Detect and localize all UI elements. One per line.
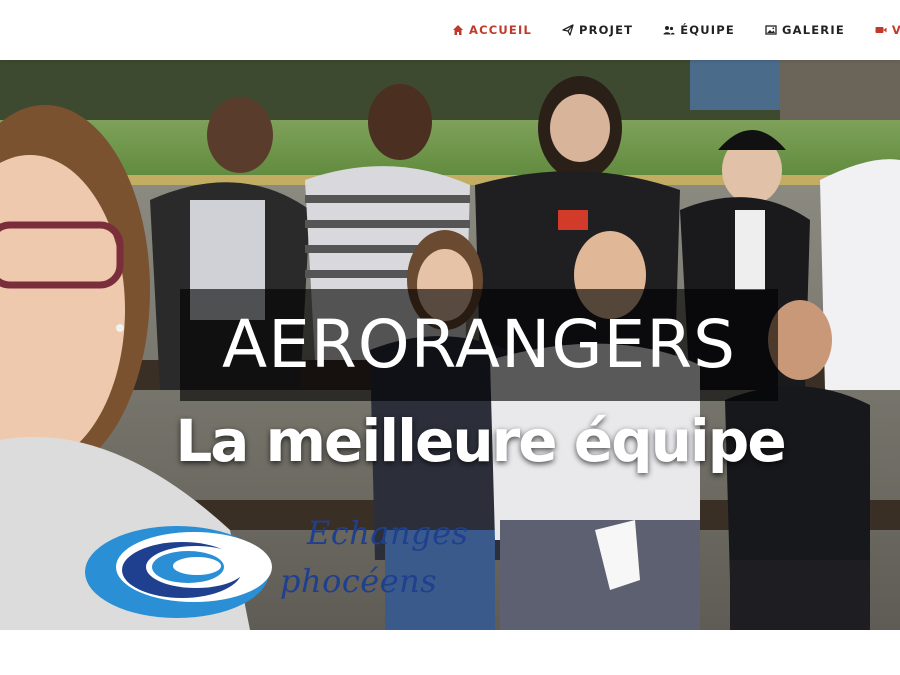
logo-text-line2: phocéens (280, 562, 438, 600)
image-icon (765, 24, 777, 36)
hero-title: AERORANGERS (222, 306, 736, 383)
logo-text-line1: Echanges (307, 514, 469, 552)
nav-item-label: VIDÉO (891, 23, 900, 37)
hero-banner: AERORANGERS La meilleure équipe Echanges… (0, 60, 900, 630)
paper-plane-icon (562, 24, 574, 36)
hero-title-box: AERORANGERS (180, 289, 778, 401)
video-camera-icon (875, 24, 887, 36)
nav-item-galerie[interactable]: GALERIE (765, 23, 845, 37)
nav-item-accueil[interactable]: ACCUEIL (452, 23, 532, 37)
home-icon (452, 24, 464, 36)
hero-subtitle: La meilleure équipe (175, 407, 786, 475)
nav-item-label: ACCUEIL (469, 23, 532, 37)
nav-item-projet[interactable]: PROJET (562, 23, 633, 37)
main-nav: ACCUEIL PROJET ÉQUIPE GALERIE VIDÉO (452, 0, 900, 60)
users-icon (663, 24, 675, 36)
nav-item-equipe[interactable]: ÉQUIPE (663, 23, 735, 37)
swirl-logo-icon (85, 526, 272, 618)
nav-item-label: ÉQUIPE (680, 23, 735, 37)
page-bottom-area (0, 630, 900, 675)
nav-item-label: PROJET (578, 23, 634, 37)
nav-item-label: GALERIE (781, 23, 845, 37)
nav-item-video[interactable]: VIDÉO (875, 23, 900, 37)
echanges-phoceens-logo: Echanges phocéens (82, 512, 492, 624)
top-navbar: ACCUEIL PROJET ÉQUIPE GALERIE VIDÉO (0, 0, 900, 60)
